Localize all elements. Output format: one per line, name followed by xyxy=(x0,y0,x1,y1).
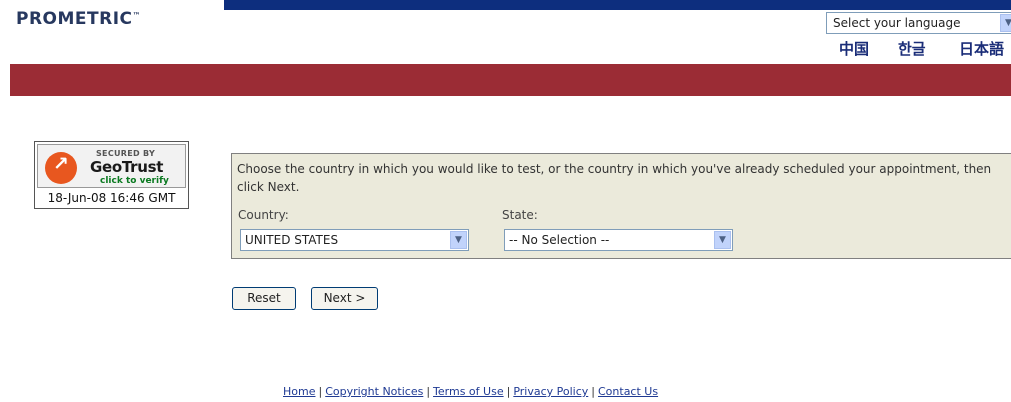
footer-links: Home | Copyright Notices | Terms of Use | Priv… xyxy=(283,385,658,398)
secured-by-label: SECURED BY xyxy=(96,149,156,158)
country-selection-panel: Choose the country in which you would li… xyxy=(231,153,1011,259)
footer-link-copyright[interactable]: Copyright Notices xyxy=(325,385,423,398)
footer-link-privacy[interactable]: Privacy Policy xyxy=(513,385,588,398)
seal-date: 18-Jun-08 16:46 GMT xyxy=(47,191,176,205)
country-select-value: UNITED STATES xyxy=(245,233,339,247)
header-band xyxy=(10,64,1011,96)
geotrust-brand: GeoTrust xyxy=(90,158,164,176)
country-label: Country: xyxy=(238,208,289,222)
chevron-down-icon[interactable]: ▼ xyxy=(714,231,731,249)
language-link-korean[interactable]: 한글 xyxy=(898,38,926,59)
chevron-down-icon[interactable]: ▼ xyxy=(450,231,467,249)
footer-link-contact[interactable]: Contact Us xyxy=(598,385,658,398)
geotrust-seal[interactable]: ↗ SECURED BY GeoTrust click to verify 18… xyxy=(34,141,189,209)
instructions-text: Choose the country in which you would li… xyxy=(237,162,992,194)
reset-button[interactable]: Reset xyxy=(232,287,296,310)
logo-trademark: ™ xyxy=(132,11,142,20)
country-select[interactable]: UNITED STATES ▼ xyxy=(240,229,469,251)
footer-separator: | xyxy=(506,385,511,398)
footer-separator: | xyxy=(318,385,323,398)
arrow-icon: ↗ xyxy=(53,153,69,175)
state-select[interactable]: -- No Selection -- ▼ xyxy=(504,229,733,251)
chevron-down-icon[interactable]: ▼ xyxy=(1000,14,1011,32)
state-select-value: -- No Selection -- xyxy=(509,233,610,247)
language-select[interactable]: Select your language ▼ xyxy=(826,12,1011,34)
footer-separator: | xyxy=(591,385,595,398)
geotrust-seal-inner: ↗ SECURED BY GeoTrust click to verify xyxy=(37,144,186,188)
language-link-japanese[interactable]: 日本語 xyxy=(959,38,1004,59)
language-select-value: Select your language xyxy=(833,16,961,30)
prometric-logo: PROMETRIC™ xyxy=(16,9,141,29)
language-link-chinese[interactable]: 中国 xyxy=(839,38,869,59)
state-label: State: xyxy=(502,208,538,222)
footer-link-terms[interactable]: Terms of Use xyxy=(433,385,504,398)
click-to-verify-label: click to verify xyxy=(100,176,169,186)
logo-text: PROMETRIC xyxy=(16,9,133,29)
top-blue-bar xyxy=(224,0,1011,10)
next-button[interactable]: Next > xyxy=(311,287,378,310)
footer-separator: | xyxy=(426,385,431,398)
footer-link-home[interactable]: Home xyxy=(283,385,315,398)
